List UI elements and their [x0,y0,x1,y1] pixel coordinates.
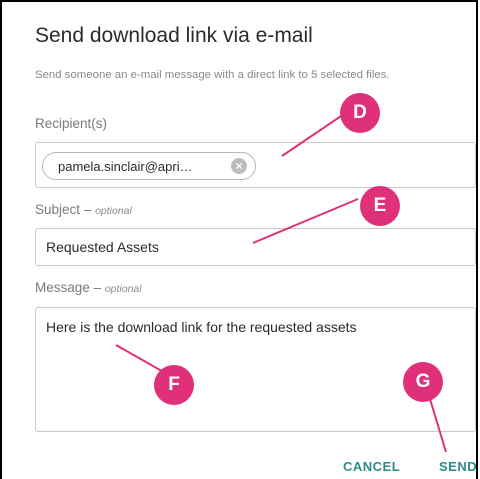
callout-line-d [281,111,348,157]
callout-e: E [360,186,400,226]
callout-g: G [403,362,443,402]
callout-lines [115,111,447,453]
callout-f: F [154,365,194,405]
callout-line-e [252,198,359,244]
callout-d: D [340,93,380,133]
